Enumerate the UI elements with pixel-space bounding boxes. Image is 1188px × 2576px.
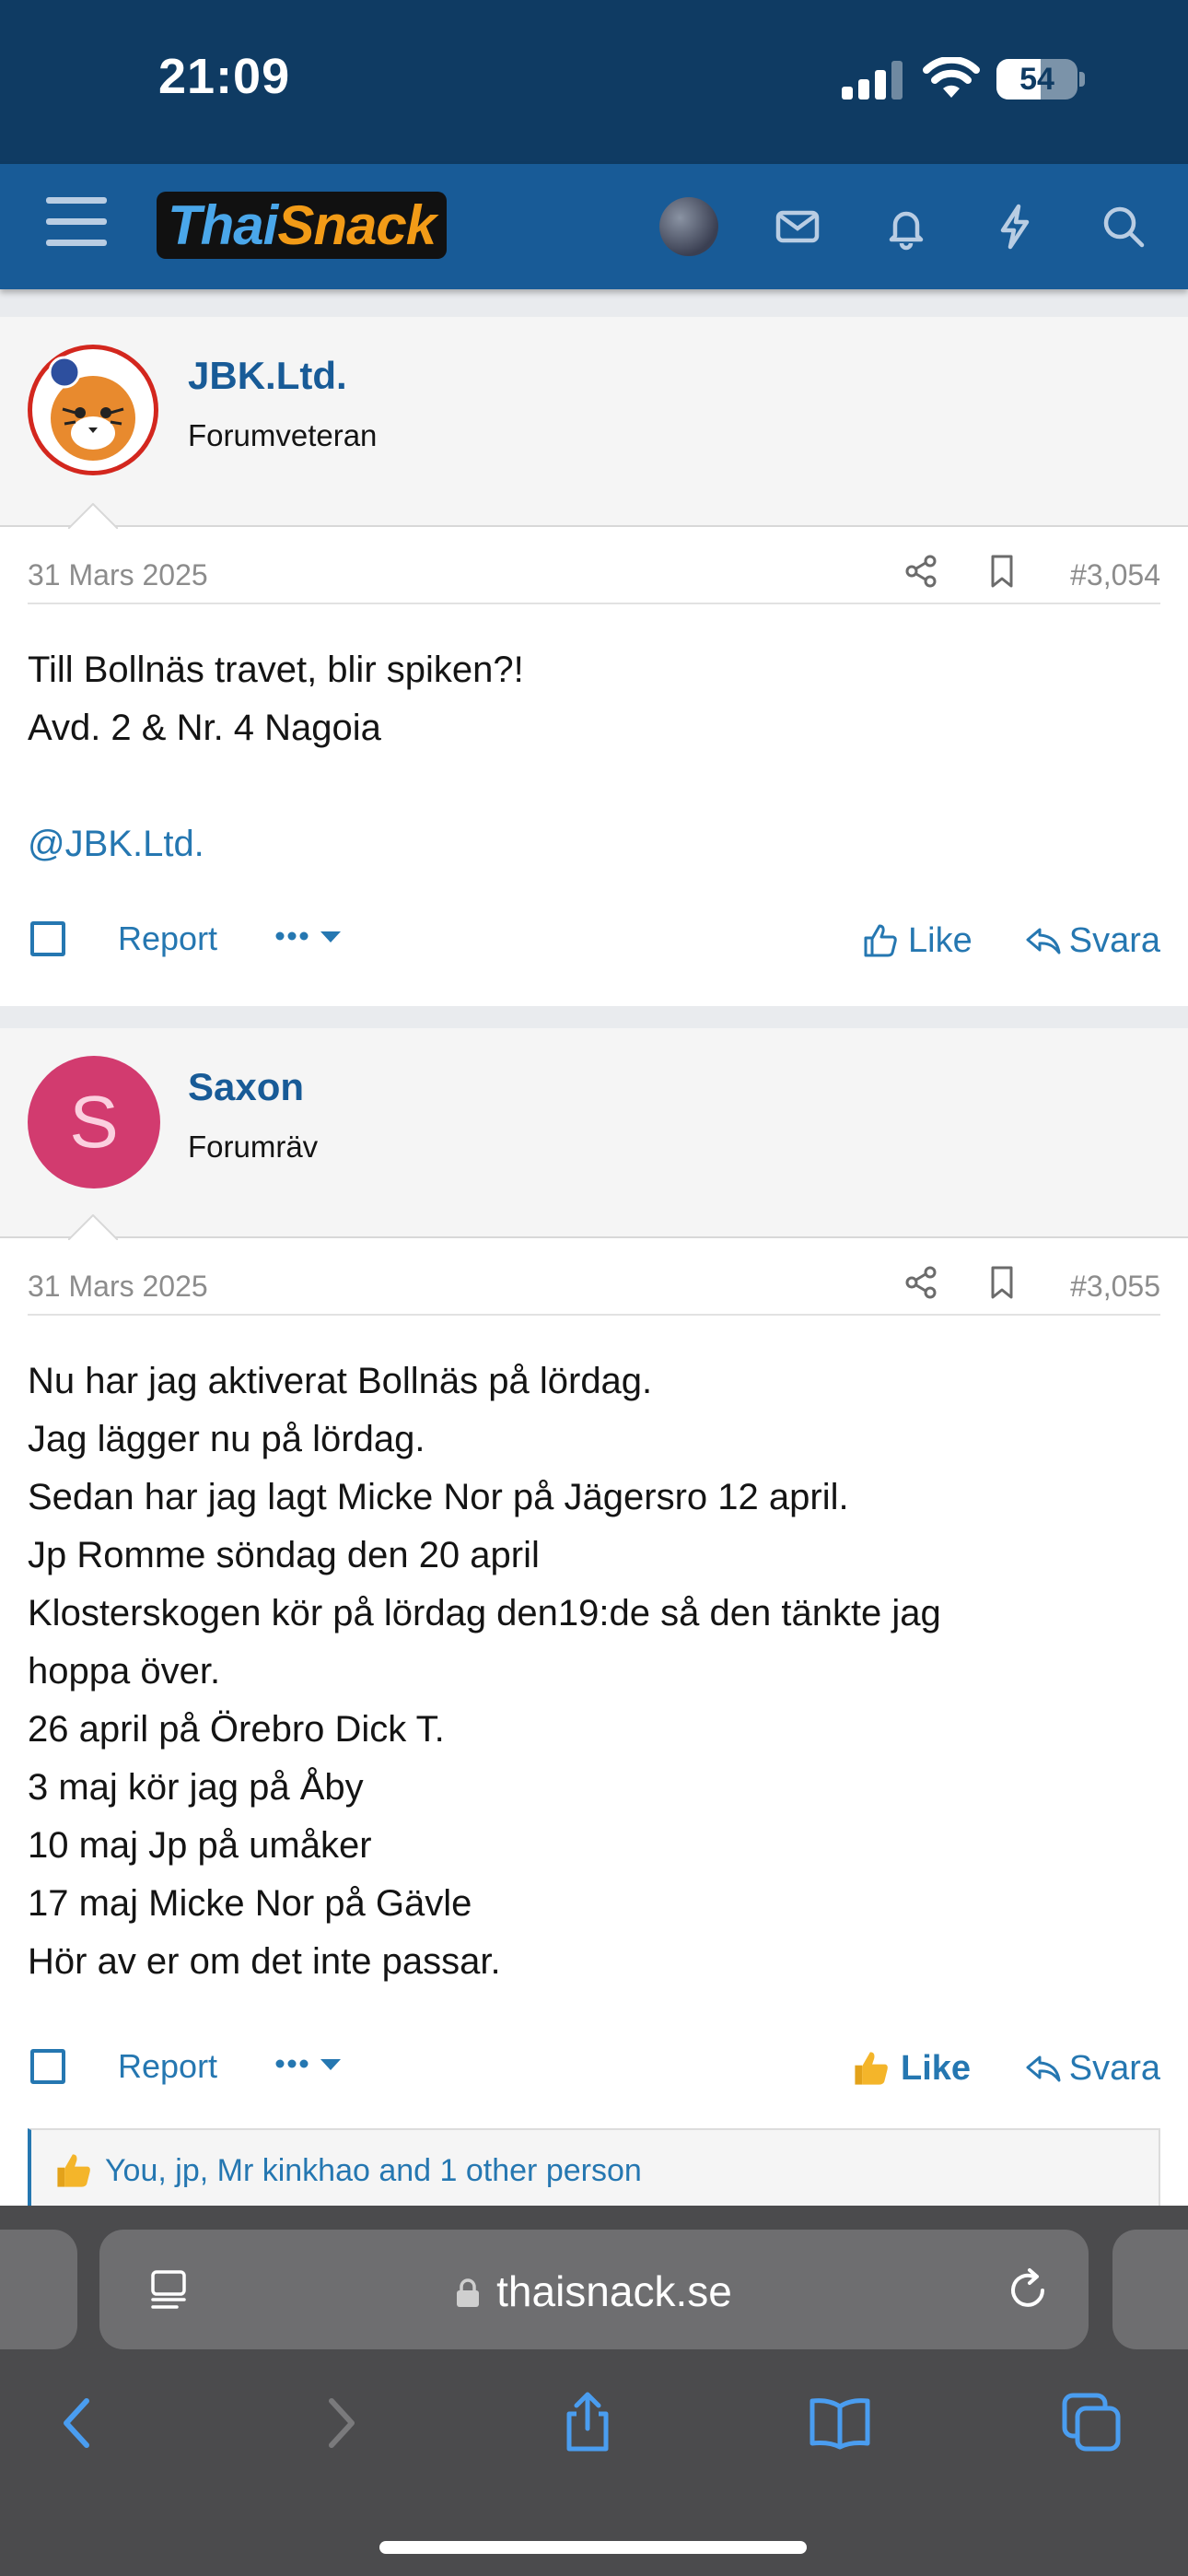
site-logo[interactable]: ThaiSnack	[157, 192, 448, 259]
post-3055: S Saxon Forumräv 31 Mars 2025 #3,055 Nu …	[0, 1028, 1188, 2213]
like-button[interactable]: Like	[862, 918, 973, 964]
avatar[interactable]: S	[28, 1056, 160, 1188]
status-time: 21:09	[158, 49, 291, 104]
post-actions: Report Like Svara	[28, 2040, 1160, 2095]
more-options-icon[interactable]	[273, 914, 348, 960]
post-pointer	[68, 503, 118, 529]
cellular-signal-icon	[842, 61, 903, 100]
share-icon[interactable]	[554, 2390, 621, 2456]
reply-icon	[1026, 2055, 1061, 2082]
select-post-checkbox[interactable]	[30, 2049, 65, 2084]
reply-button[interactable]: Svara	[1025, 2045, 1160, 2091]
user-mention-link[interactable]: @JBK.Ltd.	[28, 815, 1160, 873]
status-bar: 21:09 54	[0, 0, 1188, 164]
url-text: thaisnack.se	[496, 2267, 732, 2315]
reply-icon	[1026, 928, 1061, 954]
lock-icon	[457, 2278, 480, 2307]
post-line: 10 maj Jp på umåker	[28, 1825, 372, 1866]
post-number[interactable]: #3,055	[1070, 1270, 1160, 1304]
wifi-icon	[923, 57, 980, 98]
reload-icon[interactable]	[1004, 2266, 1052, 2314]
post-body: Till Bollnäs travet, blir spiken?! Avd. …	[28, 641, 1160, 873]
post-author-header: JBK.Ltd. Forumveteran	[0, 317, 1188, 529]
post-line: Hör av er om det inte passar.	[28, 1941, 501, 1982]
avatar[interactable]	[28, 345, 158, 475]
next-tab[interactable]	[1112, 2230, 1188, 2349]
post-actions: Report Like Svara	[28, 912, 1160, 967]
lightning-icon[interactable]	[987, 199, 1042, 254]
share-icon[interactable]	[903, 553, 939, 590]
url-display[interactable]: thaisnack.se	[99, 2266, 1089, 2316]
reactions-text[interactable]: You, jp, Mr kinkhao and 1 other person	[105, 2153, 642, 2189]
report-button[interactable]: Report	[118, 2047, 217, 2086]
report-button[interactable]: Report	[118, 919, 217, 958]
battery-percentage: 54	[1019, 62, 1054, 97]
user-avatar[interactable]	[659, 197, 718, 256]
post-line: Avd. 2 & Nr. 4 Nagoia	[28, 708, 381, 748]
post-line: 17 maj Micke Nor på Gävle	[28, 1883, 472, 1924]
bell-icon[interactable]	[879, 199, 934, 254]
previous-tab[interactable]	[0, 2230, 77, 2349]
browser-toolbar: thaisnack.se	[0, 2206, 1188, 2576]
more-options-icon[interactable]	[273, 2042, 348, 2088]
post-body: Nu har jag aktiverat Bollnäs på lördag. …	[28, 1352, 1160, 1991]
post-line: Sedan har jag lagt Micke Nor på Jägersro…	[28, 1477, 849, 1517]
reply-label: Svara	[1068, 2048, 1160, 2088]
tabs-icon[interactable]	[1059, 2390, 1125, 2456]
home-indicator[interactable]	[379, 2541, 807, 2554]
back-icon[interactable]	[46, 2390, 112, 2456]
post-line: 3 maj kör jag på Åby	[28, 1767, 364, 1808]
battery-indicator: 54	[996, 59, 1085, 100]
select-post-checkbox[interactable]	[30, 921, 65, 956]
post-pointer	[68, 1214, 118, 1240]
share-icon[interactable]	[903, 1264, 939, 1301]
post-username[interactable]: JBK.Ltd.	[188, 354, 347, 398]
user-title: Forumveteran	[188, 418, 378, 452]
post-line: Nu har jag aktiverat Bollnäs på lördag.	[28, 1361, 653, 1401]
reactions-bar[interactable]: You, jp, Mr kinkhao and 1 other person	[28, 2128, 1160, 2213]
post-date[interactable]: 31 Mars 2025	[28, 558, 208, 592]
post-number[interactable]: #3,054	[1070, 558, 1160, 592]
thumbs-up-icon	[57, 2154, 90, 2187]
post-line	[28, 757, 1160, 815]
menu-icon[interactable]	[46, 197, 107, 249]
site-header: ThaiSnack	[0, 164, 1188, 289]
like-label: Like	[901, 2048, 972, 2088]
post-line: Jag lägger nu på lördag.	[28, 1419, 425, 1459]
post-meta: 31 Mars 2025 #3,054	[28, 549, 1160, 604]
post-3054: JBK.Ltd. Forumveteran 31 Mars 2025 #3,05…	[0, 317, 1188, 1006]
post-line: Jp Romme söndag den 20 april	[28, 1535, 540, 1575]
address-bar[interactable]: thaisnack.se	[99, 2230, 1089, 2349]
post-line: hoppa över.	[28, 1651, 221, 1692]
post-line: Till Bollnäs travet, blir spiken?!	[28, 650, 524, 690]
bookmark-icon[interactable]	[984, 1264, 1020, 1301]
thumbs-up-icon	[864, 924, 897, 957]
reply-button[interactable]: Svara	[1025, 918, 1160, 964]
mail-icon[interactable]	[770, 199, 825, 254]
like-label: Like	[908, 920, 973, 960]
post-line: 26 april på Örebro Dick T.	[28, 1709, 445, 1750]
thumbs-up-icon	[855, 2052, 888, 2085]
post-username[interactable]: Saxon	[188, 1065, 304, 1109]
user-title: Forumräv	[188, 1130, 319, 1164]
post-line: Klosterskogen kör på lördag den19:de så …	[28, 1593, 941, 1633]
reply-label: Svara	[1068, 920, 1160, 960]
search-icon[interactable]	[1096, 199, 1151, 254]
like-button[interactable]: Like	[851, 2045, 971, 2091]
post-author-header: S Saxon Forumräv	[0, 1028, 1188, 1240]
post-meta: 31 Mars 2025 #3,055	[28, 1260, 1160, 1316]
forward-icon	[329, 2398, 355, 2448]
bookmark-icon[interactable]	[984, 553, 1020, 590]
bookmarks-icon[interactable]	[807, 2390, 873, 2456]
post-date[interactable]: 31 Mars 2025	[28, 1270, 208, 1304]
